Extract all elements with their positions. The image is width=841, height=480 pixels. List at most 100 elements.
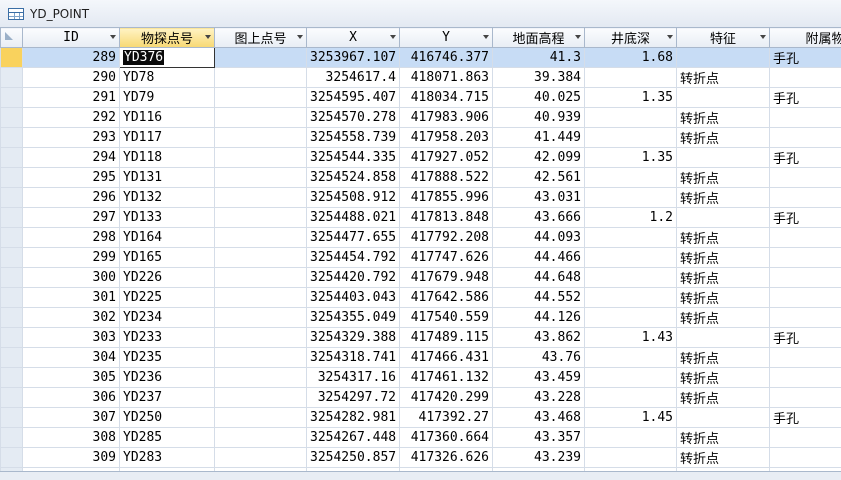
table-cell[interactable]: 3254403.043 <box>307 288 400 308</box>
table-cell[interactable]: 1.68 <box>585 48 677 68</box>
table-cell[interactable]: 42.099 <box>493 148 585 168</box>
table-cell[interactable]: 295 <box>23 168 120 188</box>
table-cell[interactable] <box>215 268 307 288</box>
table-cell[interactable] <box>585 448 677 468</box>
record-selector[interactable] <box>1 168 23 188</box>
table-cell[interactable]: 3254617.4 <box>307 68 400 88</box>
table-row[interactable]: 290YD783254617.4418071.86339.384转折点 <box>1 68 841 88</box>
table-cell[interactable]: 417420.299 <box>400 388 493 408</box>
table-cell[interactable] <box>770 128 841 148</box>
table-cell[interactable]: 299 <box>23 248 120 268</box>
table-cell[interactable]: 44.126 <box>493 308 585 328</box>
table-cell[interactable]: 1.45 <box>585 408 677 428</box>
table-cell[interactable]: 291 <box>23 88 120 108</box>
table-cell[interactable] <box>770 248 841 268</box>
table-cell[interactable]: 297 <box>23 208 120 228</box>
table-cell[interactable]: 44.466 <box>493 248 585 268</box>
table-cell[interactable]: 417489.115 <box>400 328 493 348</box>
record-selector[interactable] <box>1 368 23 388</box>
table-cell[interactable] <box>585 288 677 308</box>
table-cell[interactable] <box>215 368 307 388</box>
table-cell[interactable] <box>215 308 307 328</box>
table-row[interactable]: 295YD1313254524.858417888.52242.561转折点 <box>1 168 841 188</box>
filter-dropdown-icon[interactable] <box>110 35 116 39</box>
table-cell[interactable]: 417958.203 <box>400 128 493 148</box>
table-row[interactable]: 291YD793254595.407418034.71540.0251.35手孔 <box>1 88 841 108</box>
record-selector[interactable] <box>1 68 23 88</box>
table-cell[interactable] <box>585 108 677 128</box>
table-cell[interactable]: 手孔 <box>770 148 841 168</box>
table-cell[interactable] <box>770 448 841 468</box>
record-selector[interactable] <box>1 208 23 228</box>
table-cell[interactable] <box>215 448 307 468</box>
table-cell[interactable]: 42.561 <box>493 168 585 188</box>
table-cell[interactable] <box>770 368 841 388</box>
record-selector[interactable] <box>1 448 23 468</box>
table-row[interactable]: 297YD1333254488.021417813.84843.6661.2手孔 <box>1 208 841 228</box>
table-cell[interactable] <box>770 348 841 368</box>
table-cell[interactable] <box>677 48 770 68</box>
table-cell[interactable]: 44.093 <box>493 228 585 248</box>
table-cell[interactable] <box>770 308 841 328</box>
table-cell[interactable]: 3254570.278 <box>307 108 400 128</box>
record-selector[interactable] <box>1 248 23 268</box>
table-cell[interactable]: 3254250.857 <box>307 448 400 468</box>
table-cell[interactable] <box>215 288 307 308</box>
table-row[interactable]: 292YD1163254570.278417983.90640.939转折点 <box>1 108 841 128</box>
filter-dropdown-icon[interactable] <box>575 35 581 39</box>
table-cell[interactable]: YD237 <box>120 388 215 408</box>
table-cell[interactable]: YD78 <box>120 68 215 88</box>
table-cell[interactable]: 43.228 <box>493 388 585 408</box>
table-cell[interactable]: 41.3 <box>493 48 585 68</box>
table-cell[interactable] <box>585 248 677 268</box>
table-cell[interactable] <box>215 128 307 148</box>
table-cell[interactable] <box>770 428 841 448</box>
table-cell[interactable]: 1.35 <box>585 148 677 168</box>
table-cell[interactable]: YD226 <box>120 268 215 288</box>
table-cell[interactable]: 302 <box>23 308 120 328</box>
filter-dropdown-icon[interactable] <box>205 35 211 39</box>
table-cell[interactable]: 292 <box>23 108 120 128</box>
table-row[interactable]: 301YD2253254403.043417642.58644.552转折点 <box>1 288 841 308</box>
record-selector[interactable] <box>1 348 23 368</box>
table-cell[interactable]: 转折点 <box>677 448 770 468</box>
table-cell[interactable]: YD233 <box>120 328 215 348</box>
table-row[interactable]: 305YD2363254317.16417461.13243.459转折点 <box>1 368 841 388</box>
column-header[interactable]: 井底深 <box>585 28 677 48</box>
table-cell[interactable]: YD236 <box>120 368 215 388</box>
table-cell[interactable]: 转折点 <box>677 228 770 248</box>
table-cell[interactable]: 1.43 <box>585 328 677 348</box>
table-cell[interactable] <box>585 128 677 148</box>
record-selector[interactable] <box>1 128 23 148</box>
table-cell[interactable] <box>770 168 841 188</box>
table-cell[interactable]: 3254595.407 <box>307 88 400 108</box>
filter-dropdown-icon[interactable] <box>760 35 766 39</box>
column-header[interactable]: X <box>307 28 400 48</box>
table-cell[interactable] <box>215 168 307 188</box>
table-cell[interactable]: 417679.948 <box>400 268 493 288</box>
table-cell[interactable]: 转折点 <box>677 388 770 408</box>
table-cell[interactable]: 43.459 <box>493 368 585 388</box>
table-cell[interactable]: 417813.848 <box>400 208 493 228</box>
table-cell[interactable]: 41.449 <box>493 128 585 148</box>
table-row[interactable]: 293YD1173254558.739417958.20341.449转折点 <box>1 128 841 148</box>
table-cell[interactable]: 306 <box>23 388 120 408</box>
table-cell[interactable] <box>215 188 307 208</box>
table-cell[interactable]: YD132 <box>120 188 215 208</box>
table-cell[interactable] <box>215 68 307 88</box>
table-cell[interactable]: 手孔 <box>770 408 841 428</box>
table-cell[interactable]: 304 <box>23 348 120 368</box>
table-cell[interactable]: 3254488.021 <box>307 208 400 228</box>
table-cell[interactable]: 3254267.448 <box>307 428 400 448</box>
table-cell[interactable]: 43.76 <box>493 348 585 368</box>
table-cell[interactable]: 417392.27 <box>400 408 493 428</box>
table-cell[interactable]: 307 <box>23 408 120 428</box>
record-selector[interactable] <box>1 48 23 68</box>
table-cell[interactable]: YD250 <box>120 408 215 428</box>
table-cell[interactable]: 转折点 <box>677 128 770 148</box>
select-all-corner[interactable] <box>1 28 23 48</box>
table-cell[interactable]: 转折点 <box>677 248 770 268</box>
table-cell[interactable]: YD118 <box>120 148 215 168</box>
table-cell[interactable]: 417540.559 <box>400 308 493 328</box>
column-header[interactable]: ID <box>23 28 120 48</box>
